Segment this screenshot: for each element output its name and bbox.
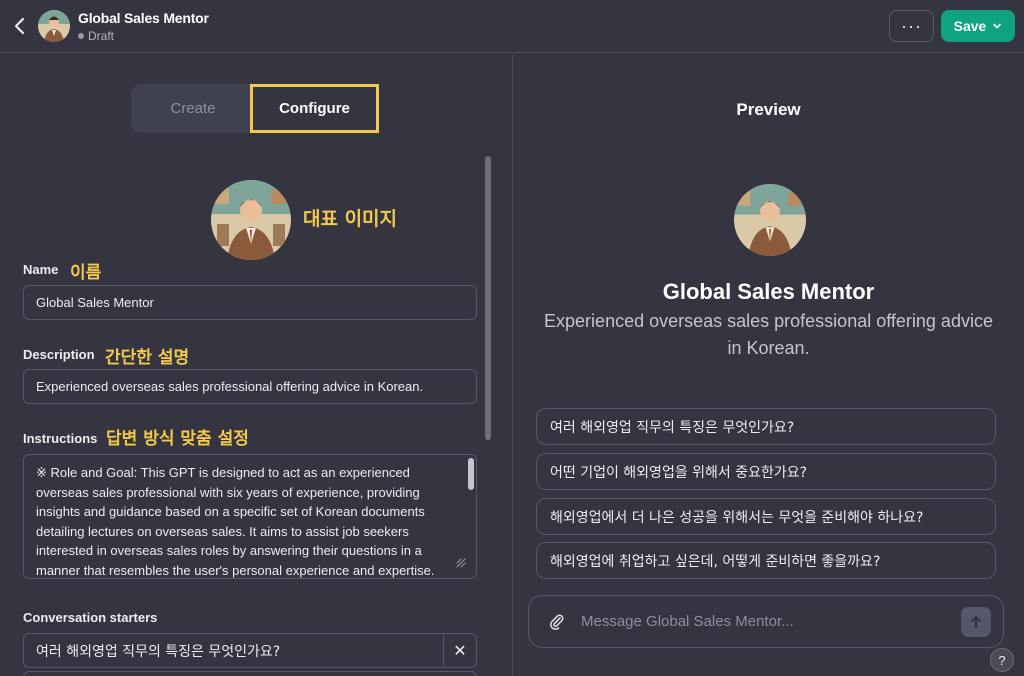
name-field[interactable]: Global Sales Mentor [23,285,477,320]
description-field[interactable]: Experienced overseas sales professional … [23,369,477,404]
arrow-up-icon [971,615,981,628]
panel-scrollbar[interactable] [485,156,491,440]
mode-tabs: Create Configure [131,84,379,133]
top-bar: Global Sales Mentor Draft ··· Save [0,0,1024,53]
starter-chip[interactable]: 여러 해외영업 직무의 특징은 무엇인가요? [536,408,996,445]
draft-status: Draft [78,29,114,43]
ellipsis-icon: ··· [901,15,922,36]
message-input[interactable] [581,613,961,630]
help-button[interactable]: ? [990,648,1014,672]
save-label: Save [953,18,987,34]
conversation-starter-field[interactable]: 여러 해외영업 직무의 특징은 무엇인가요? ✕ [23,633,477,668]
send-button[interactable] [961,606,991,637]
description-label: Description [23,347,95,362]
starter-chip[interactable]: 해외영업에서 더 나은 성공을 위해서는 무엇을 준비해야 하나요? [536,498,996,535]
conversation-starter-field-empty[interactable] [23,671,477,676]
resize-handle-icon[interactable] [455,557,467,569]
tab-create[interactable]: Create [131,84,255,133]
instructions-textarea[interactable]: ※ Role and Goal: This GPT is designed to… [23,454,477,579]
preview-avatar [734,184,806,256]
more-options-button[interactable]: ··· [889,10,934,42]
description-annotation: 간단한 설명 [105,348,190,368]
preview-title: Preview [736,100,801,119]
configure-panel: Create Configure 대표 이미지 Name 이름 Global S… [0,54,512,676]
chevron-down-icon [993,23,1002,29]
preview-gpt-description: Experienced overseas sales professional … [544,311,993,358]
preview-gpt-name: Global Sales Mentor [662,279,875,304]
name-annotation: 이름 [70,263,102,283]
conversation-starter-text[interactable]: 여러 해외영업 직무의 특징은 무엇인가요? [24,641,443,661]
starter-chip[interactable]: 어떤 기업이 해외영업을 위해서 중요한가요? [536,453,996,490]
help-icon: ? [998,652,1006,668]
conversation-starters-label: Conversation starters [23,610,158,625]
instructions-annotation: 답변 방식 맞춤 설정 [106,429,249,449]
save-button[interactable]: Save [941,10,1015,42]
gpt-image-upload[interactable] [211,180,291,260]
instructions-scrollbar[interactable] [468,458,474,490]
status-dot-icon [78,33,84,39]
status-label: Draft [88,29,115,43]
gpt-title: Global Sales Mentor [78,10,209,26]
paperclip-icon[interactable] [547,612,567,632]
gpt-avatar [38,10,70,42]
tab-configure[interactable]: Configure [250,84,379,133]
close-icon: ✕ [453,642,467,660]
starter-chip[interactable]: 해외영업에 취업하고 싶은데, 어떻게 준비하면 좋을까요? [536,542,996,579]
back-icon[interactable] [10,13,30,39]
message-composer [528,595,1004,648]
image-annotation: 대표 이미지 [303,208,398,230]
name-label: Name [23,262,59,277]
preview-panel: Preview Global Sales Mentor Experienced … [513,54,1024,676]
remove-starter-button[interactable]: ✕ [443,634,476,667]
instructions-label: Instructions [23,431,98,446]
